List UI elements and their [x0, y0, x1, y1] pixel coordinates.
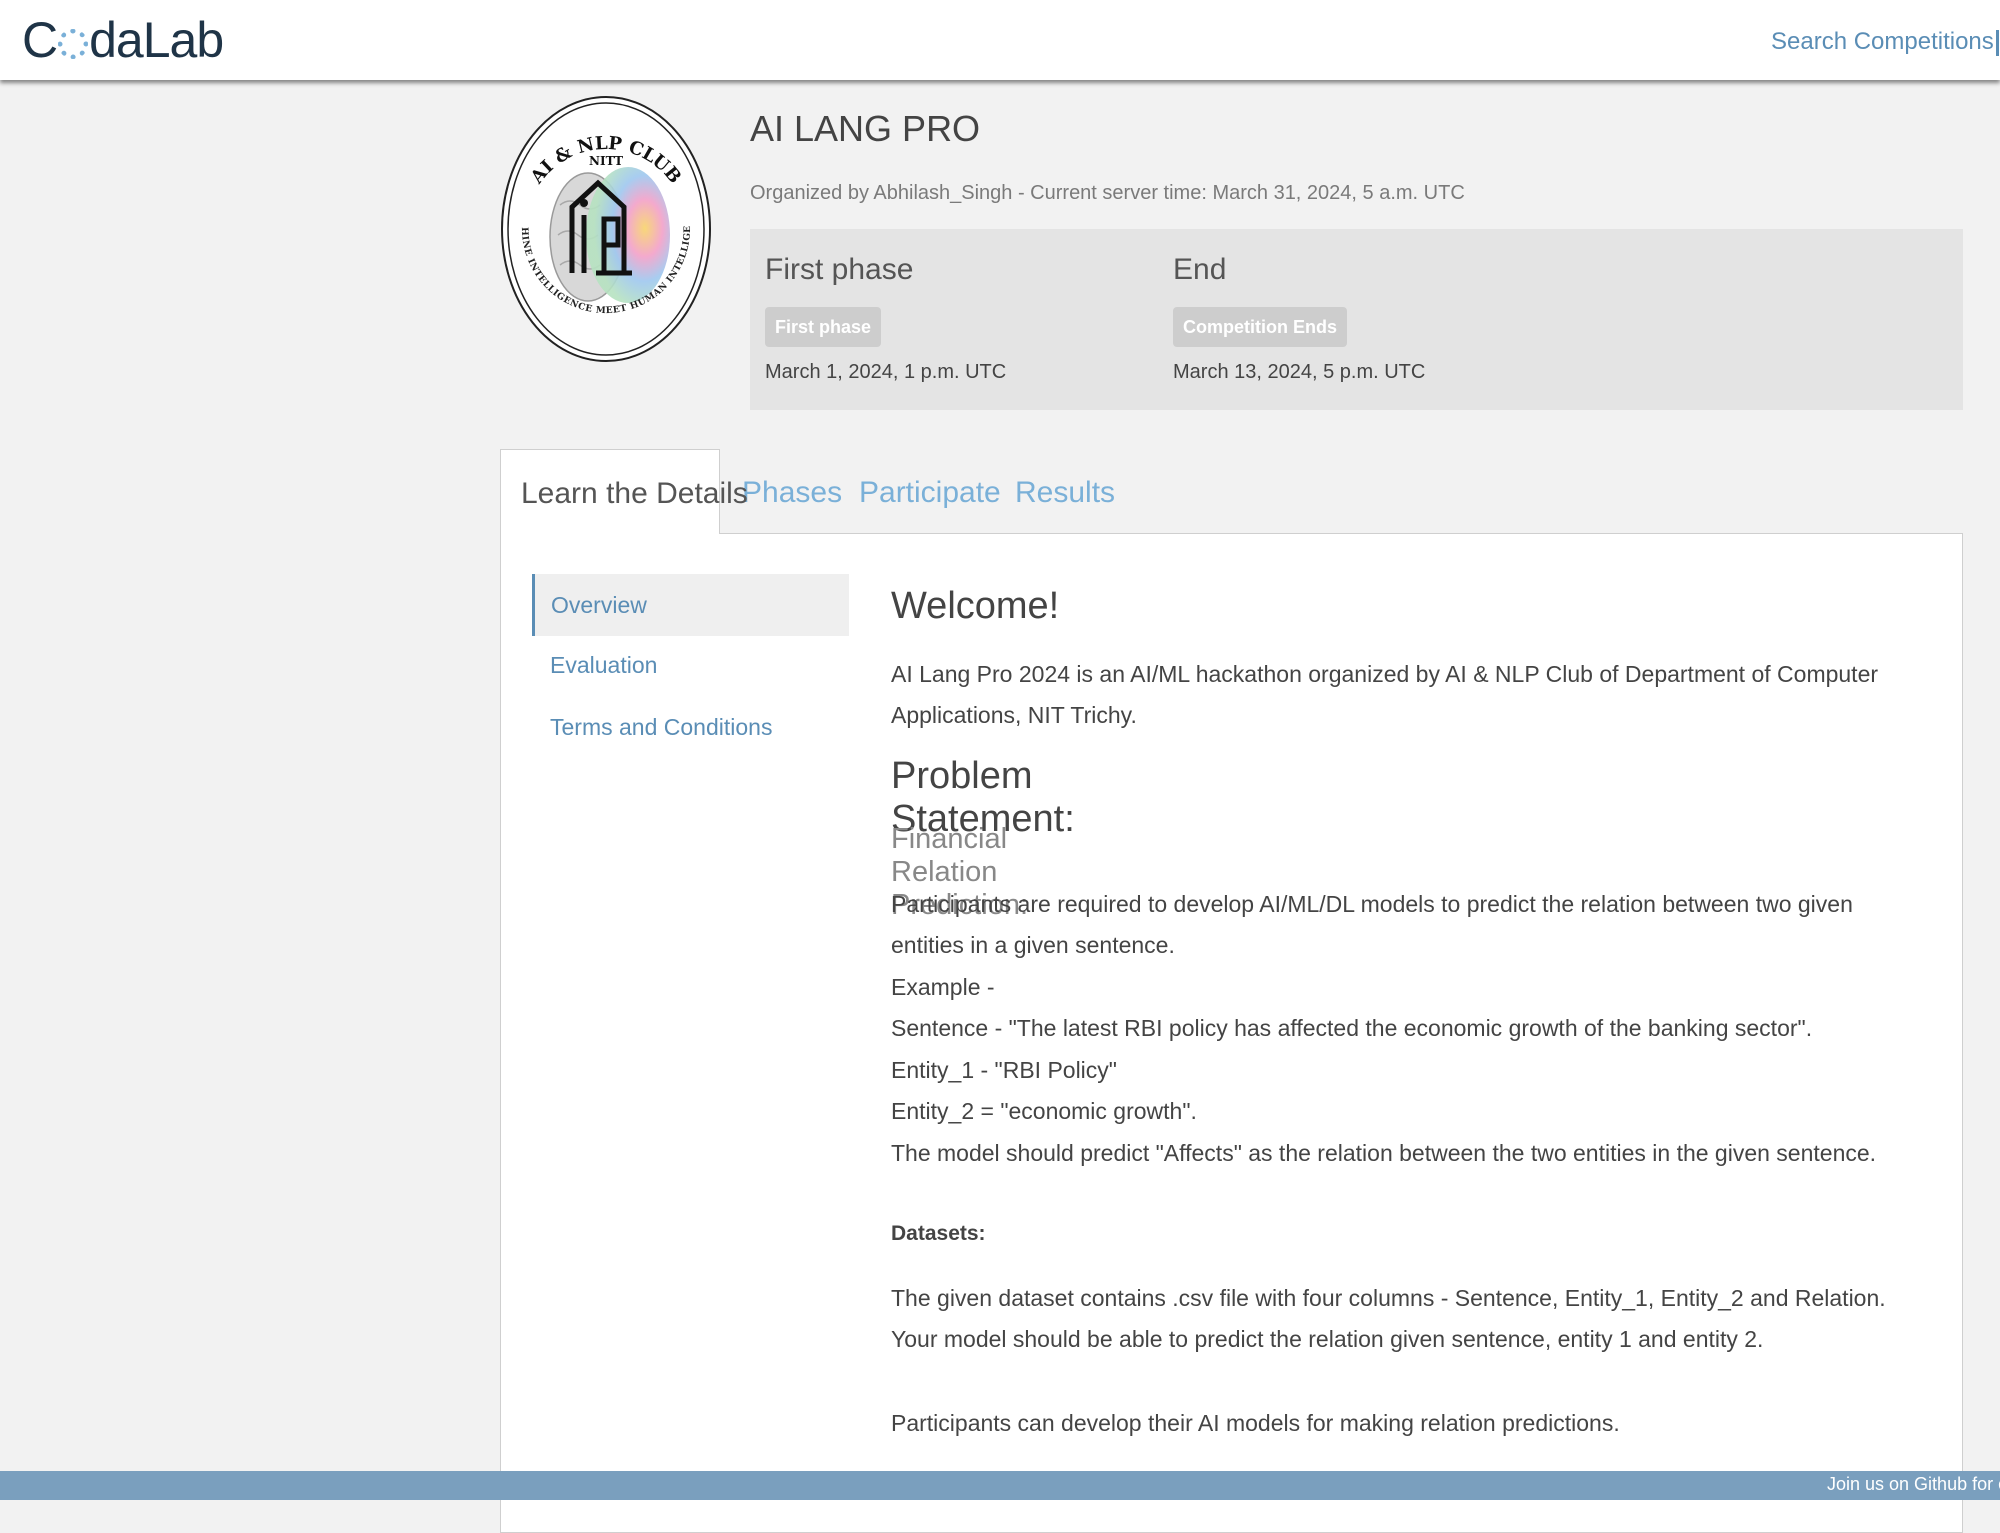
top-navbar: CdaLab Search Competitions: [0, 0, 2000, 80]
sidebar-item-evaluation[interactable]: Evaluation: [550, 652, 657, 679]
welcome-heading: Welcome!: [891, 585, 1060, 627]
phase-label-badge: Competition Ends: [1173, 307, 1347, 347]
sidebar-item-overview[interactable]: Overview: [532, 574, 849, 636]
phase-label-badge: First phase: [765, 307, 882, 347]
tab-results[interactable]: Results: [1015, 449, 1115, 534]
brand-suffix: daLab: [89, 12, 224, 68]
search-competitions-link[interactable]: Search Competitions: [1771, 28, 1994, 56]
example-entity-1: Entity_1 - "RBI Policy": [891, 1057, 1117, 1083]
example-entity-2: Entity_2 = "economic growth".: [891, 1098, 1197, 1124]
phase-name: End: [1173, 253, 1227, 286]
logo-sub-text: NITT: [589, 154, 623, 168]
sidebar-item-terms[interactable]: Terms and Conditions: [550, 714, 772, 741]
brand-prefix: C: [22, 12, 58, 68]
example-result: The model should predict "Affects" as th…: [891, 1140, 1877, 1166]
github-footer-link[interactable]: Join us on Github for co: [1827, 1474, 2000, 1495]
tab-phases[interactable]: Phases: [742, 449, 842, 534]
brain-building-logo-icon: AI & NLP CLUB NITT MACHINE INTELLIGENCE …: [495, 88, 711, 362]
phase-name: First phase: [765, 253, 914, 286]
example-label: Example -: [891, 974, 995, 1000]
competition-logo: AI & NLP CLUB NITT MACHINE INTELLIGENCE …: [495, 88, 712, 363]
logo-ring-icon: [58, 29, 89, 59]
problem-body: Participants are required to develop AI/…: [891, 891, 1853, 958]
datasets-heading: Datasets:: [891, 1222, 986, 1245]
nav-divider: [1996, 30, 1999, 56]
tab-learn-the-details[interactable]: Learn the Details: [500, 449, 748, 534]
phase-summary-box: First phase First phase March 1, 2024, 1…: [750, 229, 1963, 410]
example-sentence: Sentence - "The latest RBI policy has af…: [891, 1015, 1813, 1041]
organizer-line: Organized by Abhilash_Singh - Current se…: [750, 182, 1465, 204]
intro-paragraph: AI Lang Pro 2024 is an AI/ML hackathon o…: [891, 661, 1879, 728]
codalab-logo[interactable]: CdaLab: [22, 10, 224, 70]
phase-date: March 1, 2024, 1 p.m. UTC: [765, 361, 1007, 383]
phase-date: March 13, 2024, 5 p.m. UTC: [1173, 361, 1426, 383]
closing-paragraph: Participants can develop their AI models…: [891, 1410, 1620, 1436]
datasets-body: The given dataset contains .csv file wit…: [891, 1285, 1886, 1352]
tab-participate[interactable]: Participate: [859, 449, 1001, 534]
footer-bar: Join us on Github for co: [0, 1471, 2000, 1500]
competition-title: AI LANG PRO: [750, 108, 981, 149]
